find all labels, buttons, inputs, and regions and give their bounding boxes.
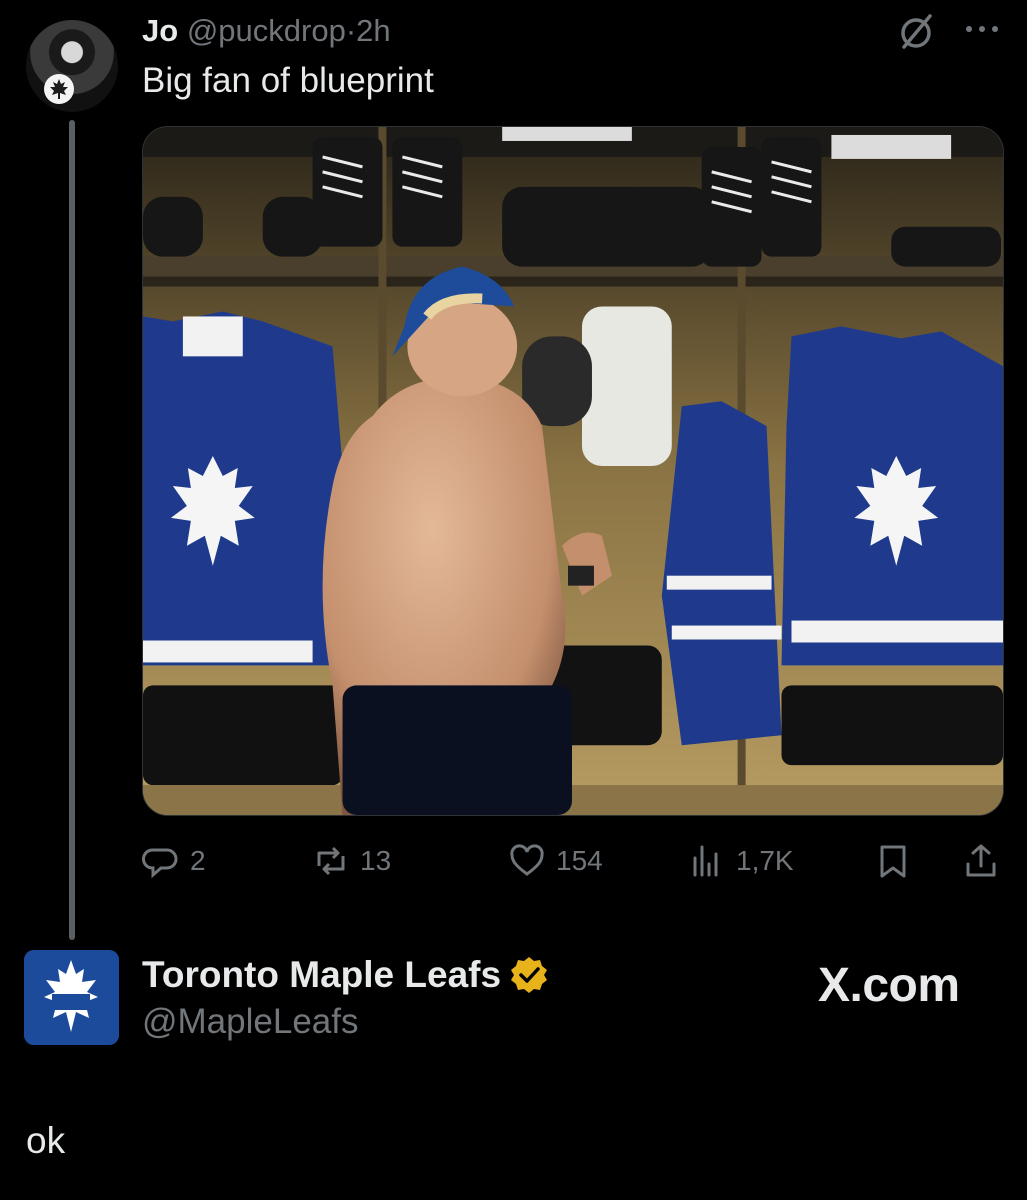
author-name[interactable]: Jo bbox=[142, 13, 178, 48]
repost-count: 13 bbox=[360, 845, 392, 876]
embed-account-name[interactable]: Toronto Maple Leafs bbox=[142, 954, 549, 996]
reply-count: 2 bbox=[190, 845, 206, 876]
verified-badge-icon bbox=[511, 957, 548, 993]
bookmark-button[interactable] bbox=[874, 838, 922, 884]
tweet-media-photo[interactable] bbox=[142, 126, 1004, 816]
tweet-text: Big fan of blueprint bbox=[142, 61, 434, 100]
views-chart-icon bbox=[693, 845, 718, 877]
repost-button[interactable]: 13 bbox=[312, 838, 391, 884]
separator-dot: · bbox=[345, 13, 357, 48]
more-options-icon[interactable] bbox=[960, 14, 1004, 44]
action-bar: 2 13 154 1,7K bbox=[142, 838, 1004, 884]
bookmark-icon bbox=[880, 845, 906, 878]
locker-room-photo-icon bbox=[143, 127, 1003, 815]
maple-leaf-badge-icon bbox=[44, 74, 74, 104]
views-button[interactable]: 1,7K bbox=[688, 838, 794, 884]
like-button[interactable]: 154 bbox=[508, 838, 603, 884]
embed-account-handle[interactable]: @MapleLeafs bbox=[142, 1002, 358, 1042]
repost-icon bbox=[317, 846, 345, 876]
tweet-time[interactable]: 2h bbox=[356, 13, 390, 48]
maple-leaf-logo-icon bbox=[24, 950, 119, 1045]
jo-avatar[interactable] bbox=[26, 20, 118, 112]
reply-icon bbox=[142, 848, 178, 879]
views-count: 1,7K bbox=[736, 845, 794, 876]
heart-icon bbox=[510, 844, 544, 876]
grok-icon[interactable] bbox=[896, 12, 936, 52]
tweet-header: Jo @puckdrop·2h bbox=[142, 12, 391, 50]
author-handle[interactable]: @puckdrop bbox=[187, 13, 346, 48]
caption-text: ok bbox=[26, 1120, 66, 1161]
x-com-logo: X.com bbox=[818, 959, 960, 1012]
share-button[interactable] bbox=[962, 838, 1010, 884]
embed-account-name-text: Toronto Maple Leafs bbox=[142, 954, 502, 995]
reply-button[interactable]: 2 bbox=[142, 838, 206, 884]
like-count: 154 bbox=[556, 845, 603, 876]
maple-leafs-avatar[interactable] bbox=[24, 950, 119, 1045]
share-icon bbox=[966, 844, 996, 877]
thread-line bbox=[69, 120, 75, 940]
